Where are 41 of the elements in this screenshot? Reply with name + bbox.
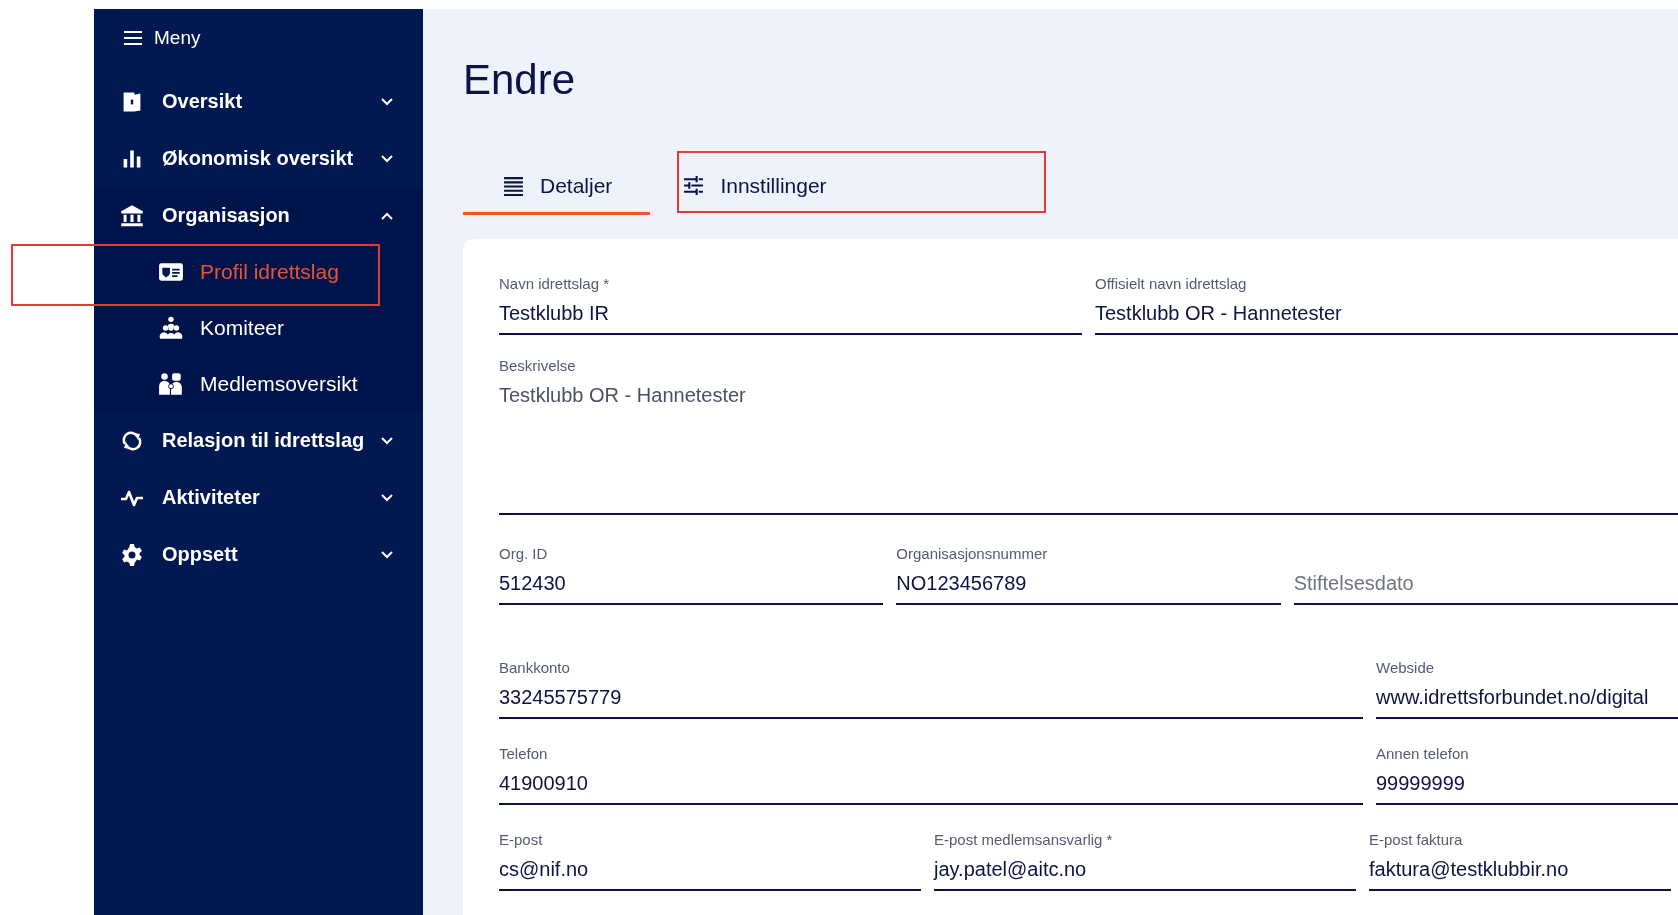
input-field[interactable]: E-post medlemsansvarlig * jay.patel@aitc.no: [934, 831, 1356, 891]
list-icon: [503, 175, 524, 196]
chevron-icon: [381, 97, 393, 106]
page-title: Endre: [463, 59, 577, 101]
input-field[interactable]: Org. ID 512430: [499, 545, 884, 605]
people-icon: [158, 316, 184, 340]
chevron-icon: [381, 493, 393, 502]
input-field[interactable]: Annen telefon 99999999: [1376, 745, 1678, 805]
input-field[interactable]: Navn idrettslag * Testklubb IR: [499, 275, 1082, 335]
settings-icon: [120, 542, 144, 567]
chevron-icon: [381, 211, 393, 220]
nav-subitem[interactable]: Medlemsoversikt: [94, 356, 364, 412]
chevron-icon: [381, 154, 393, 163]
nav-item[interactable]: Relasjon til idrettslag: [94, 412, 423, 469]
input-field[interactable]: Organisasjonsnummer NO123456789: [896, 545, 1281, 605]
menu-icon: [124, 31, 142, 45]
nav-item[interactable]: Økonomisk oversikt: [94, 130, 423, 187]
input-field[interactable]: Stiftelsesdato: [1293, 545, 1678, 605]
input-field[interactable]: Telefon 41900910: [499, 745, 1363, 805]
input-field[interactable]: E-post faktura faktura@testklubbir.no: [1369, 831, 1671, 891]
input-field[interactable]: Offisielt navn idrettslag Testklubb OR - Hannetester: [1095, 275, 1678, 335]
nav-subitem[interactable]: Komiteer: [94, 300, 291, 356]
family-icon: [158, 372, 184, 396]
nav-item[interactable]: Aktiviteter: [94, 469, 423, 526]
chevron-icon: [381, 550, 393, 559]
input-field[interactable]: Webside www.idrettsforbundet.no/digital: [1376, 659, 1678, 719]
nav-item[interactable]: Oversikt: [94, 73, 423, 130]
text-area[interactable]: Beskrivelse Testklubb OR - Hannetester: [499, 357, 1678, 515]
cycle-arrows-icon: [120, 428, 144, 453]
input-field[interactable]: Bankkonto 33245575779: [499, 659, 1363, 719]
tab[interactable]: Innstillinger: [677, 163, 865, 215]
nav-item[interactable]: Oppsett: [94, 526, 423, 583]
menu-button[interactable]: Meny: [94, 9, 201, 73]
sliders-icon: [683, 175, 705, 196]
nav-subitem[interactable]: Profil idrettslag: [94, 244, 345, 300]
nav-item[interactable]: Organisasjon: [94, 187, 423, 244]
bank-icon: [120, 203, 144, 228]
input-field[interactable]: E-post cs@nif.no: [499, 831, 921, 891]
id-card-icon: [158, 260, 184, 284]
tab[interactable]: Detaljer: [463, 163, 651, 215]
chevron-icon: [381, 436, 393, 445]
